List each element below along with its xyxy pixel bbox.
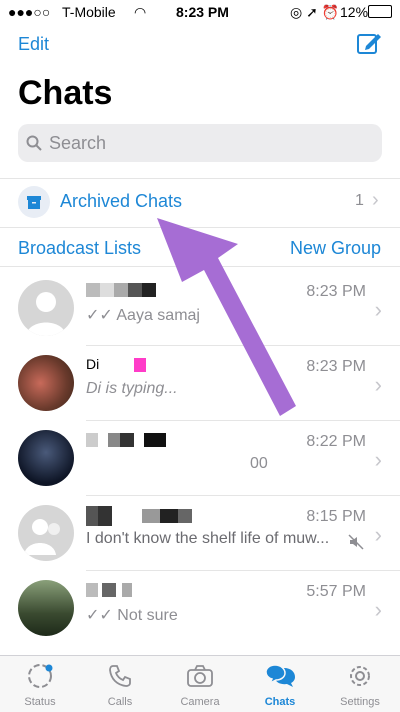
mute-icon [348, 534, 364, 555]
battery-label: 12% [340, 4, 369, 20]
chevron-right-icon: › [374, 447, 382, 472]
lock-rotation-icon: ◎ ➚ ⏰ [290, 4, 340, 20]
edit-button[interactable]: Edit [18, 34, 49, 55]
tab-chats[interactable]: Chats [240, 656, 320, 712]
search-placeholder: Search [49, 133, 107, 153]
search-input[interactable]: Search [18, 124, 382, 162]
wifi-icon: ◠ [134, 4, 147, 20]
chat-preview: I don't know the shelf life of muw... [86, 530, 330, 547]
new-group-link[interactable]: New Group [290, 238, 381, 259]
status-icon [28, 664, 53, 688]
chat-row[interactable]: 8:23 PM ✓✓ Aaya samaj › [0, 271, 400, 346]
gear-icon [350, 666, 370, 686]
chevron-right-icon: › [374, 522, 382, 547]
chevron-right-icon: › [374, 297, 382, 322]
tab-settings[interactable]: Settings [320, 656, 400, 712]
archive-icon [18, 186, 50, 218]
chat-preview: 00 [250, 455, 268, 472]
signal-icon: ●●●○○ [8, 4, 51, 20]
chat-preview: Di is typing... [86, 380, 178, 397]
contact-name-redacted [86, 431, 166, 447]
chat-time: 8:22 PM [306, 433, 366, 450]
carrier-label: T-Mobile [62, 4, 116, 20]
avatar [18, 430, 74, 486]
chevron-right-icon: › [372, 189, 379, 211]
tab-status[interactable]: Status [0, 656, 80, 712]
search-icon [26, 135, 42, 151]
avatar [18, 280, 74, 336]
chat-bubbles-icon [265, 664, 295, 687]
clock: 8:23 PM [176, 4, 229, 20]
chat-time: 8:23 PM [306, 358, 366, 375]
tab-camera[interactable]: Camera [160, 656, 240, 712]
chat-row[interactable]: 5:57 PM ✓✓ Not sure › [0, 571, 400, 646]
contact-name-redacted [86, 281, 156, 297]
battery-icon [368, 5, 392, 18]
phone-icon [109, 665, 131, 687]
archived-chats-label: Archived Chats [60, 191, 183, 211]
tab-calls[interactable]: Calls [80, 656, 160, 712]
divider [0, 266, 400, 267]
broadcast-lists-link[interactable]: Broadcast Lists [18, 238, 141, 259]
group-avatar [18, 505, 74, 561]
contact-name-redacted [86, 506, 192, 526]
chat-row[interactable]: 8:22 PM 00 › [0, 421, 400, 496]
archived-count: 1 [355, 192, 364, 209]
avatar [18, 580, 74, 636]
chat-time: 5:57 PM [306, 583, 366, 600]
contact-name-redacted [86, 581, 132, 597]
contact-name-redacted: Di [86, 356, 146, 372]
avatar [18, 355, 74, 411]
camera-icon [187, 665, 213, 687]
chat-row[interactable]: Di 8:23 PM Di is typing... › [0, 346, 400, 421]
compose-icon[interactable] [356, 30, 382, 56]
chat-row[interactable]: 8:15 PM I don't know the shelf life of m… [0, 496, 400, 571]
page-title: Chats [18, 74, 113, 112]
chat-preview: ✓✓ Aaya samaj [86, 307, 200, 324]
tab-bar: Status Calls Camera Chats Settings [0, 655, 400, 712]
chevron-right-icon: › [374, 597, 382, 622]
chat-preview: ✓✓ Not sure [86, 607, 178, 624]
chevron-right-icon: › [374, 372, 382, 397]
status-bar: ●●●○○ T-Mobile ◠ 8:23 PM ◎ ➚ ⏰ 12% [0, 0, 400, 22]
chat-time: 8:15 PM [306, 508, 366, 525]
chat-time: 8:23 PM [306, 283, 366, 300]
